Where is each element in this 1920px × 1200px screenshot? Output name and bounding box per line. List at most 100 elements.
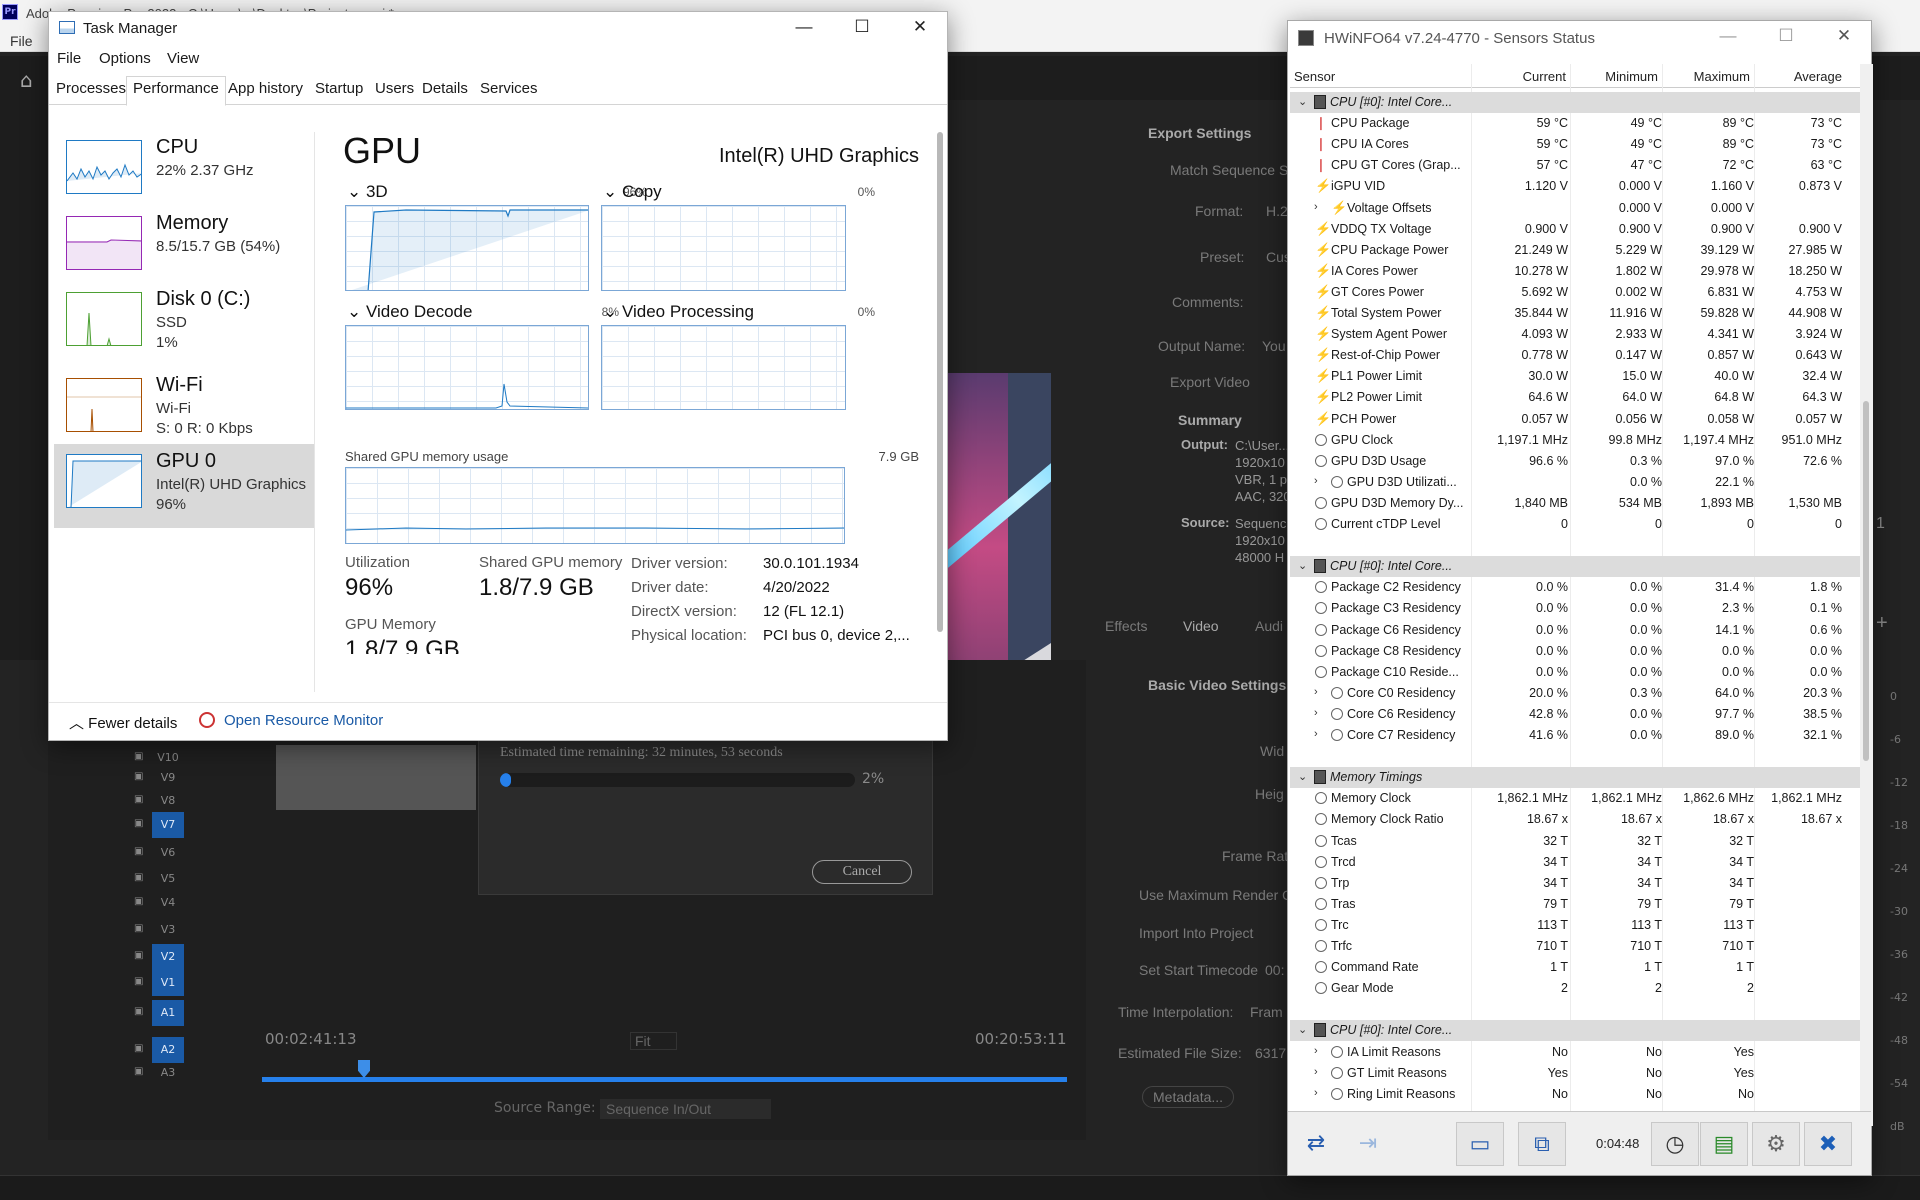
lock-icon[interactable]: ▣ xyxy=(134,751,143,762)
track-header[interactable]: ▣ V6 xyxy=(130,840,210,866)
sensor-row[interactable]: ❘ CPU GT Cores (Grap... 57 °C 47 °C 72 °C 63 … xyxy=(1290,155,1862,176)
sensor-row[interactable]: › GPU D3D Utilizati... 0.0 % 22.1 % xyxy=(1290,472,1862,493)
sensor-row[interactable]: Trp 34 T 34 T 34 T xyxy=(1290,873,1862,894)
engine-copy-dropdown[interactable]: ⌄ Copy xyxy=(603,182,662,202)
sensor-row[interactable]: GPU D3D Usage 96.6 % 0.3 % 97.0 % 72.6 % xyxy=(1290,451,1862,472)
sensor-row[interactable]: Package C2 Residency 0.0 % 0.0 % 31.4 % 1.8 … xyxy=(1290,577,1862,598)
maximize-button[interactable]: ☐ xyxy=(1757,21,1815,53)
sidebar-item-wifi[interactable]: Wi-Fi Wi-Fi S: 0 R: 0 Kbps xyxy=(54,368,314,450)
sensor-group-row[interactable]: ⌄ CPU [#0]: Intel Core... xyxy=(1290,92,1862,113)
clock-icon[interactable]: ◷ xyxy=(1651,1122,1699,1166)
source-range-bar[interactable] xyxy=(262,1077,1067,1082)
lock-icon[interactable]: ▣ xyxy=(134,818,143,829)
sensor-row[interactable]: Package C3 Residency 0.0 % 0.0 % 2.3 % 0.1 % xyxy=(1290,598,1862,619)
sensor-row[interactable]: › Core C6 Residency 42.8 % 0.0 % 97.7 % 38.5 … xyxy=(1290,704,1862,725)
tab-processes[interactable]: Processes xyxy=(55,80,127,97)
monitor-icon[interactable]: ▭ xyxy=(1456,1122,1504,1166)
source-range-dropdown[interactable]: Sequence In/Out xyxy=(600,1099,772,1119)
track-label[interactable]: A3 xyxy=(152,1060,184,1086)
start-timecode-value[interactable]: 00: xyxy=(1265,962,1284,978)
sensor-row[interactable]: ⚡ System Agent Power 4.093 W 2.933 W 4.341 W… xyxy=(1290,324,1862,345)
minimize-button[interactable]: — xyxy=(775,12,833,44)
chevron-right-icon[interactable]: › xyxy=(1314,475,1318,487)
chevron-right-icon[interactable]: › xyxy=(1314,728,1318,740)
sensor-row[interactable]: Tras 79 T 79 T 79 T xyxy=(1290,894,1862,915)
menu-view[interactable]: View xyxy=(167,50,199,67)
sensor-row[interactable]: Gear Mode 2 2 2 xyxy=(1290,978,1862,999)
home-icon[interactable]: ⌂ xyxy=(20,68,44,92)
sensor-row[interactable]: Package C8 Residency 0.0 % 0.0 % 0.0 % 0.0 % xyxy=(1290,641,1862,662)
sensor-row[interactable]: Command Rate 1 T 1 T 1 T xyxy=(1290,957,1862,978)
lock-icon[interactable]: ▣ xyxy=(134,846,143,857)
add-log-icon[interactable]: ▤ xyxy=(1700,1122,1748,1166)
sensor-group-row[interactable]: ⌄ CPU [#0]: Intel Core... xyxy=(1290,1020,1862,1042)
sensor-row[interactable]: ❘ CPU Package 59 °C 49 °C 89 °C 73 °C xyxy=(1290,113,1862,134)
sensor-row[interactable]: › ⚡ Voltage Offsets 0.000 V 0.000 V xyxy=(1290,198,1862,219)
sidebar-item-cpu[interactable]: CPU 22% 2.37 GHz xyxy=(54,130,314,212)
column-maximum[interactable]: Maximum xyxy=(1658,69,1750,84)
chevron-right-icon[interactable]: › xyxy=(1314,686,1318,698)
sensor-row[interactable]: Trcd 34 T 34 T 34 T xyxy=(1290,852,1862,873)
arrows-left-right-icon[interactable]: ⇄ xyxy=(1292,1122,1340,1166)
chevron-right-icon[interactable]: › xyxy=(1314,201,1318,213)
sensor-row[interactable]: › Core C7 Residency 41.6 % 0.0 % 89.0 % 32.1 … xyxy=(1290,725,1862,746)
track-header[interactable]: ▣ V4 xyxy=(130,890,210,916)
set-start-timecode-checkbox[interactable]: Set Start Timecode xyxy=(1139,962,1258,978)
tab-services[interactable]: Services xyxy=(479,80,539,97)
lock-icon[interactable]: ▣ xyxy=(134,923,143,934)
maximize-button[interactable]: ☐ xyxy=(833,12,891,44)
chevron-down-icon[interactable]: ⌄ xyxy=(1298,559,1307,572)
network-icon[interactable]: ⧉ xyxy=(1518,1122,1566,1166)
tab-users[interactable]: Users xyxy=(374,80,415,97)
import-into-project-checkbox[interactable]: Import Into Project xyxy=(1139,925,1253,941)
chevron-down-icon[interactable]: ⌄ xyxy=(1298,95,1307,108)
sensor-row[interactable]: ⚡ PL1 Power Limit 30.0 W 15.0 W 40.0 W 32.4 W xyxy=(1290,366,1862,387)
menu-file[interactable]: File xyxy=(57,50,81,67)
track-header[interactable]: ▣ V1 xyxy=(130,970,210,996)
scrollbar-thumb[interactable] xyxy=(937,132,943,632)
output-name-value[interactable]: You xyxy=(1262,338,1286,354)
lock-icon[interactable]: ▣ xyxy=(134,1043,143,1054)
close-button[interactable]: ✕ xyxy=(891,12,949,44)
track-header[interactable]: ▣ V8 xyxy=(130,788,210,814)
column-average[interactable]: Average xyxy=(1750,69,1842,84)
close-button[interactable]: ✕ xyxy=(1815,21,1873,53)
tab-startup[interactable]: Startup xyxy=(314,80,364,97)
column-minimum[interactable]: Minimum xyxy=(1566,69,1658,84)
sensor-row[interactable]: Memory Clock 1,862.1 MHz 1,862.1 MHz 1,862.… xyxy=(1290,788,1862,809)
sensor-row[interactable]: ⚡ Total System Power 35.844 W 11.916 W 59.82… xyxy=(1290,303,1862,324)
tab-performance[interactable]: Performance xyxy=(126,76,226,106)
engine-video-processing-dropdown[interactable]: ⌄ Video Processing xyxy=(603,302,754,322)
track-label[interactable]: A1 xyxy=(152,1000,184,1026)
sensor-row[interactable]: Trfc 710 T 710 T 710 T xyxy=(1290,936,1862,957)
close-sensors-icon[interactable]: ✖ xyxy=(1804,1122,1852,1166)
sensor-row[interactable]: ⚡ GT Cores Power 5.692 W 0.002 W 6.831 W 4.75… xyxy=(1290,282,1862,303)
minimize-button[interactable]: — xyxy=(1699,21,1757,53)
track-label[interactable]: V8 xyxy=(152,788,184,814)
track-label[interactable]: V5 xyxy=(152,866,184,892)
track-label[interactable]: V6 xyxy=(152,840,184,866)
column-current[interactable]: Current xyxy=(1466,69,1566,84)
fewer-details-button[interactable]: ︿ Fewer details xyxy=(69,712,177,733)
lock-icon[interactable]: ▣ xyxy=(134,1006,143,1017)
track-label[interactable]: V1 xyxy=(152,970,184,996)
track-label[interactable]: V4 xyxy=(152,890,184,916)
lock-icon[interactable]: ▣ xyxy=(134,794,143,805)
track-header[interactable]: ▣ V5 xyxy=(130,866,210,892)
sensor-row[interactable]: Tcas 32 T 32 T 32 T xyxy=(1290,831,1862,852)
sensor-row[interactable]: › Core C0 Residency 20.0 % 0.3 % 64.0 % 20.3 … xyxy=(1290,683,1862,704)
track-label[interactable]: V2 xyxy=(152,944,184,970)
track-label[interactable]: V7 xyxy=(152,812,184,838)
lock-icon[interactable]: ▣ xyxy=(134,771,143,782)
collapse-arrows-icon[interactable]: ⇥ xyxy=(1344,1122,1392,1166)
fit-dropdown[interactable]: Fit xyxy=(630,1032,677,1050)
engine-3d-dropdown[interactable]: ⌄ 3D xyxy=(347,182,388,202)
use-max-render-checkbox[interactable]: Use Maximum Render Q xyxy=(1139,887,1293,903)
lock-icon[interactable]: ▣ xyxy=(134,950,143,961)
lock-icon[interactable]: ▣ xyxy=(134,872,143,883)
add-icon[interactable]: + xyxy=(1876,612,1888,635)
sensor-group-row[interactable]: ⌄ CPU [#0]: Intel Core... xyxy=(1290,556,1862,578)
sensor-row[interactable]: GPU Clock 1,197.1 MHz 99.8 MHz 1,197.4 MHz 9… xyxy=(1290,430,1862,451)
sidebar-item-disk[interactable]: Disk 0 (C:) SSD 1% xyxy=(54,282,314,364)
chevron-down-icon[interactable]: ⌄ xyxy=(1298,770,1307,783)
